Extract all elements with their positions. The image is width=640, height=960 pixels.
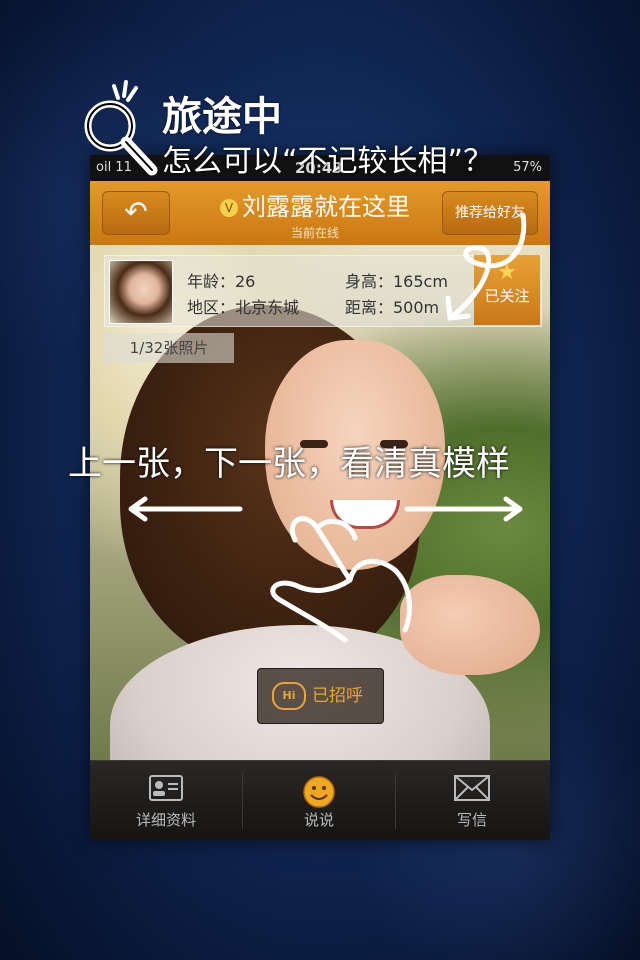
tab-profile-details[interactable]: 详细资料	[90, 761, 242, 840]
age-info: 年龄：26	[187, 272, 256, 291]
tab-write-letter[interactable]: 写信	[396, 761, 548, 840]
verified-icon: V	[220, 199, 238, 217]
overlay-title: 旅途中	[162, 94, 282, 140]
envelope-icon	[396, 775, 548, 805]
title-area: V 刘露露就在这里 当前在线	[200, 187, 430, 241]
greet-button[interactable]: Hi 已招呼	[257, 668, 384, 724]
smiley-icon	[243, 775, 395, 808]
page-title: 刘露露就在这里	[242, 193, 410, 221]
magnifier-icon	[84, 80, 158, 176]
bottom-tab-bar: 详细资料 说说 写信	[90, 760, 550, 840]
overlay-subtitle: 怎么可以“不记较长相”？	[162, 144, 494, 179]
swipe-left-arrow-icon	[128, 496, 243, 522]
curly-arrow-icon	[445, 212, 527, 321]
distance-info: 距离：500m	[345, 298, 440, 317]
tab-label: 详细资料	[135, 811, 196, 829]
back-arrow-icon: ↶	[124, 195, 148, 228]
photo-counter: 1/32张照片	[104, 333, 234, 363]
area-info: 地区：北京东城	[187, 298, 300, 317]
greet-label: 已招呼	[312, 686, 363, 706]
tab-label: 写信	[456, 811, 487, 829]
battery-level: 57%	[513, 160, 542, 175]
tab-label: 说说	[303, 811, 334, 829]
hi-bubble-icon: Hi	[272, 682, 306, 710]
online-status: 当前在线	[290, 226, 339, 240]
tab-shuoshuo[interactable]: 说说	[243, 761, 395, 840]
overlay-swipe-hint: 上一张，下一张，看清真模样	[68, 444, 510, 484]
avatar[interactable]	[109, 260, 173, 324]
back-button[interactable]: ↶	[102, 191, 170, 235]
profile-card-icon	[90, 775, 242, 805]
swipe-hand-icon	[270, 516, 412, 643]
